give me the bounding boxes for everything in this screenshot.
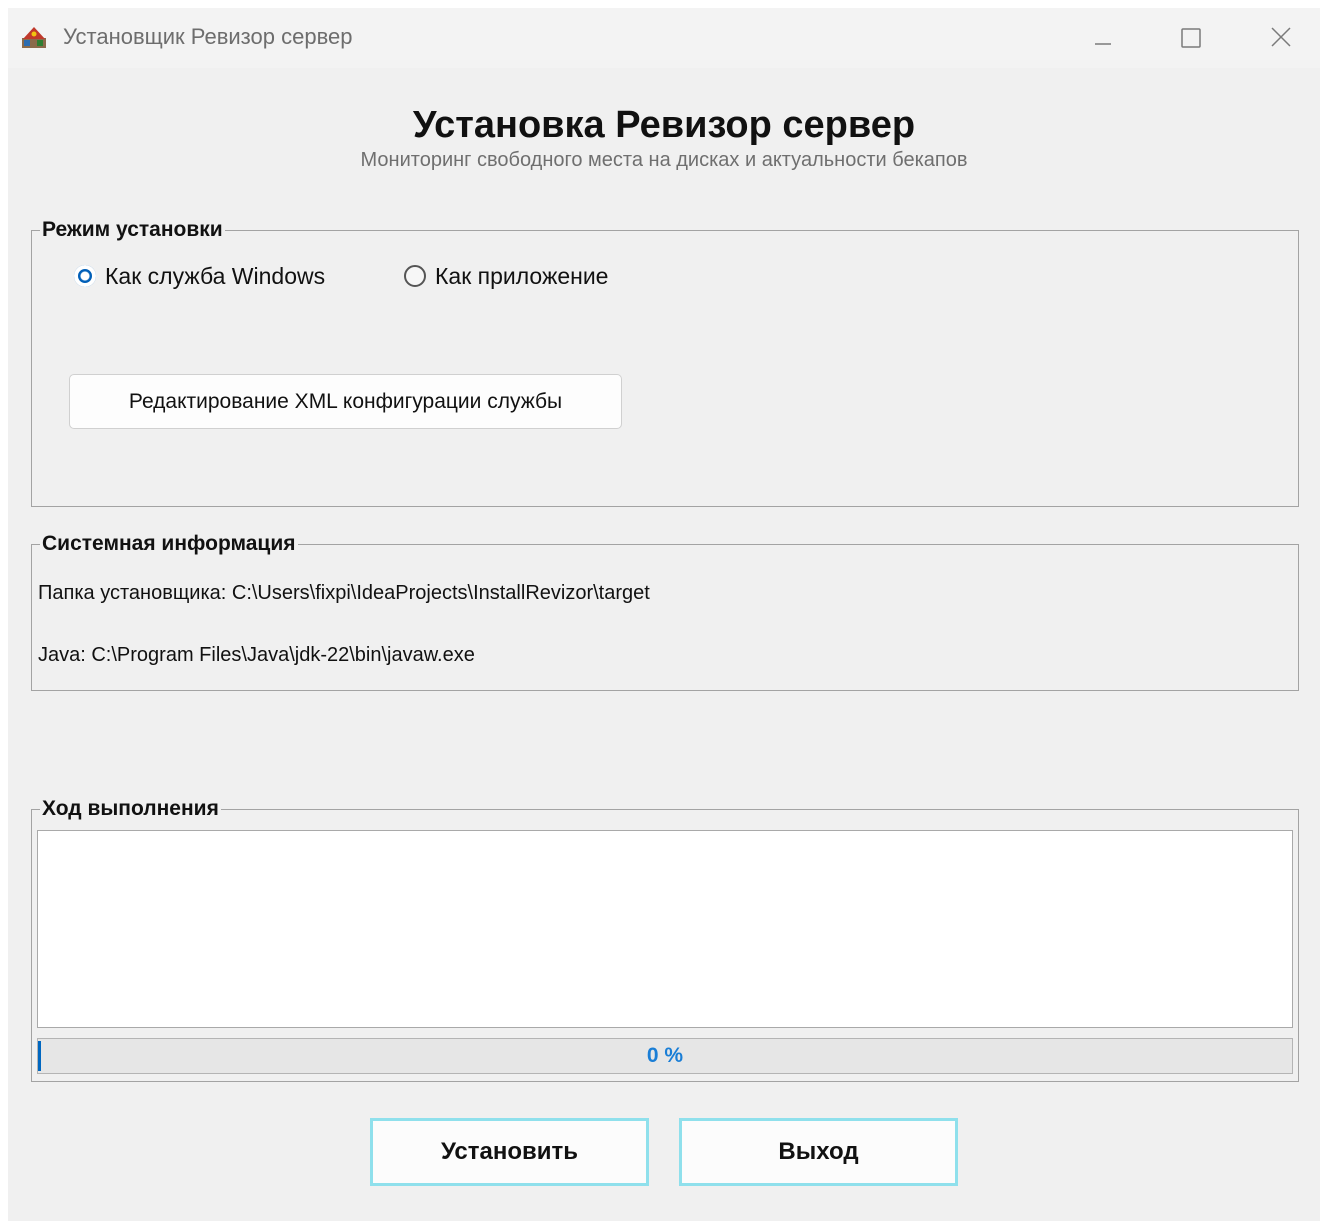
system-info-legend: Системная информация	[42, 532, 296, 555]
radio-checked-icon[interactable]	[74, 265, 96, 287]
progress-legend: Ход выполнения	[42, 797, 219, 820]
install-mode-legend: Режим установки	[42, 218, 223, 241]
page-subtitle: Мониторинг свободного места на дисках и …	[360, 149, 968, 171]
radio-application[interactable]: Как приложение	[404, 258, 608, 294]
installer-window: Установщик Ревизор сервер Установка Реви…	[8, 8, 1320, 1221]
minimize-icon[interactable]	[1083, 20, 1123, 54]
edit-xml-config-button[interactable]: Редактирование XML конфигурации службы	[69, 374, 622, 429]
installer-folder-text: Папка установщика: C:\Users\fixpi\IdeaPr…	[38, 582, 650, 604]
radio-windows-service-label: Как служба Windows	[105, 262, 326, 289]
log-textarea[interactable]	[37, 830, 1293, 1028]
maximize-icon[interactable]	[1171, 20, 1211, 54]
progress-bar: 0 %	[37, 1038, 1293, 1074]
window-title: Установщик Ревизор сервер	[63, 24, 353, 49]
progress-percent-label: 0 %	[646, 1044, 684, 1067]
radio-windows-service[interactable]: Как служба Windows	[74, 258, 325, 294]
close-icon[interactable]	[1261, 20, 1301, 54]
installer-app-icon	[22, 27, 46, 48]
install-button[interactable]: Установить	[370, 1118, 649, 1186]
java-path-text: Java: C:\Program Files\Java\jdk-22\bin\j…	[38, 644, 475, 666]
system-info-group: Системная информация	[31, 532, 1299, 691]
page-title: Установка Ревизор сервер	[412, 104, 916, 146]
exit-button[interactable]: Выход	[679, 1118, 958, 1186]
title-bar[interactable]: Установщик Ревизор сервер	[8, 8, 1320, 68]
radio-unchecked-icon[interactable]	[404, 265, 426, 287]
radio-application-label: Как приложение	[435, 262, 609, 289]
